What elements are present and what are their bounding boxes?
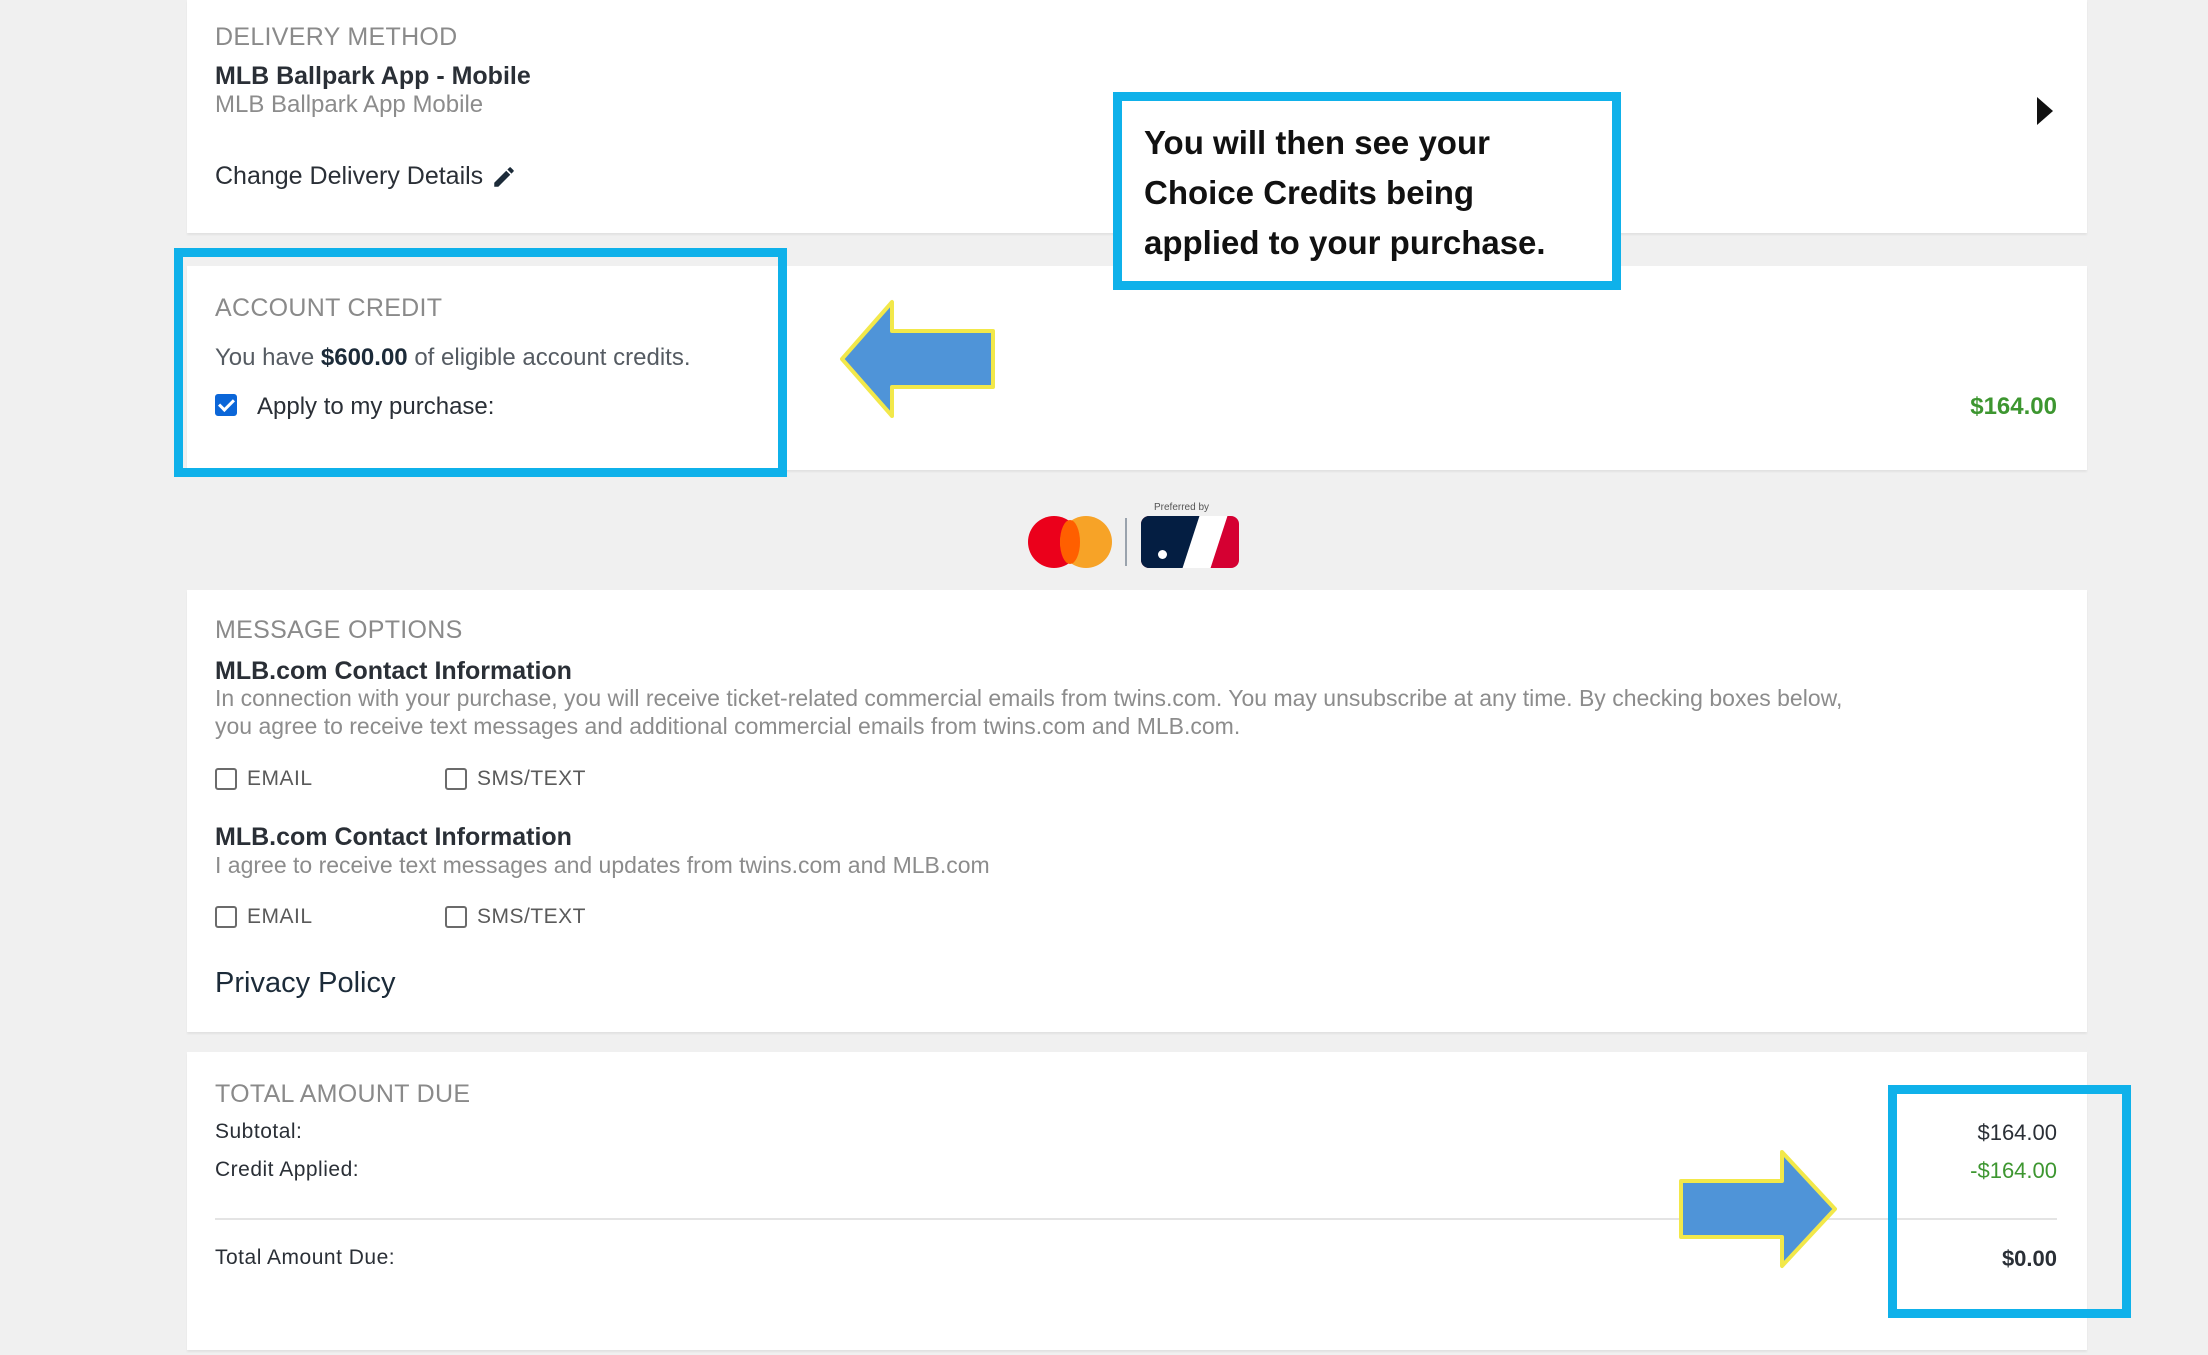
- contact-info-title-2: MLB.com Contact Information: [215, 823, 572, 851]
- change-delivery-link[interactable]: Change Delivery Details: [215, 162, 517, 191]
- delivery-section-title: DELIVERY METHOD: [215, 23, 458, 51]
- right-arrow-icon: [1679, 1150, 1837, 1268]
- delivery-method-name: MLB Ballpark App - Mobile: [215, 62, 531, 90]
- credit-applied-label: Credit Applied:: [215, 1158, 360, 1181]
- email-checkbox-1[interactable]: [215, 768, 237, 790]
- delivery-method-sub: MLB Ballpark App Mobile: [215, 91, 484, 118]
- contact-info-desc-2: I agree to receive text messages and upd…: [215, 852, 990, 878]
- pencil-icon: [494, 166, 514, 187]
- sms-label-2: SMS/TEXT: [477, 905, 587, 928]
- payment-brand-logos: Preferred by: [1028, 500, 1239, 572]
- total-due-label: Total Amount Due:: [215, 1246, 396, 1269]
- total-section-title: TOTAL AMOUNT DUE: [215, 1080, 471, 1108]
- totals-highlight-box: [1888, 1085, 2131, 1318]
- sms-checkbox-1[interactable]: [445, 768, 467, 790]
- email-checkbox-2[interactable]: [215, 906, 237, 928]
- subtotal-label: Subtotal:: [215, 1120, 303, 1143]
- contact-info-title-1: MLB.com Contact Information: [215, 657, 572, 685]
- sms-label-1: SMS/TEXT: [477, 767, 587, 790]
- email-label-1: EMAIL: [247, 767, 313, 790]
- contact-info-desc-1b: you agree to receive text messages and a…: [215, 713, 1241, 739]
- preferred-by-text: Preferred by: [1154, 502, 1210, 513]
- callout-text: You will then see your Choice Credits be…: [1144, 124, 1546, 261]
- account-credit-highlight-box: [174, 248, 787, 477]
- applied-credit-value: $164.00: [1970, 393, 2057, 420]
- mlb-logo: [1141, 516, 1239, 568]
- chevron-right-icon[interactable]: [2035, 97, 2055, 125]
- mastercard-logo: [1028, 516, 1112, 568]
- contact-info-desc-1a: In connection with your purchase, you wi…: [215, 685, 1843, 711]
- change-delivery-label: Change Delivery Details: [215, 162, 484, 190]
- message-options-card: MESSAGE OPTIONS MLB.com Contact Informat…: [187, 590, 2087, 1032]
- callout-box: You will then see your Choice Credits be…: [1113, 92, 1621, 290]
- left-arrow-icon: [840, 300, 995, 418]
- privacy-policy-link[interactable]: Privacy Policy: [215, 967, 396, 1000]
- email-label-2: EMAIL: [247, 905, 313, 928]
- logo-divider: [1125, 518, 1127, 566]
- message-options-section-title: MESSAGE OPTIONS: [215, 616, 463, 644]
- sms-checkbox-2[interactable]: [445, 906, 467, 928]
